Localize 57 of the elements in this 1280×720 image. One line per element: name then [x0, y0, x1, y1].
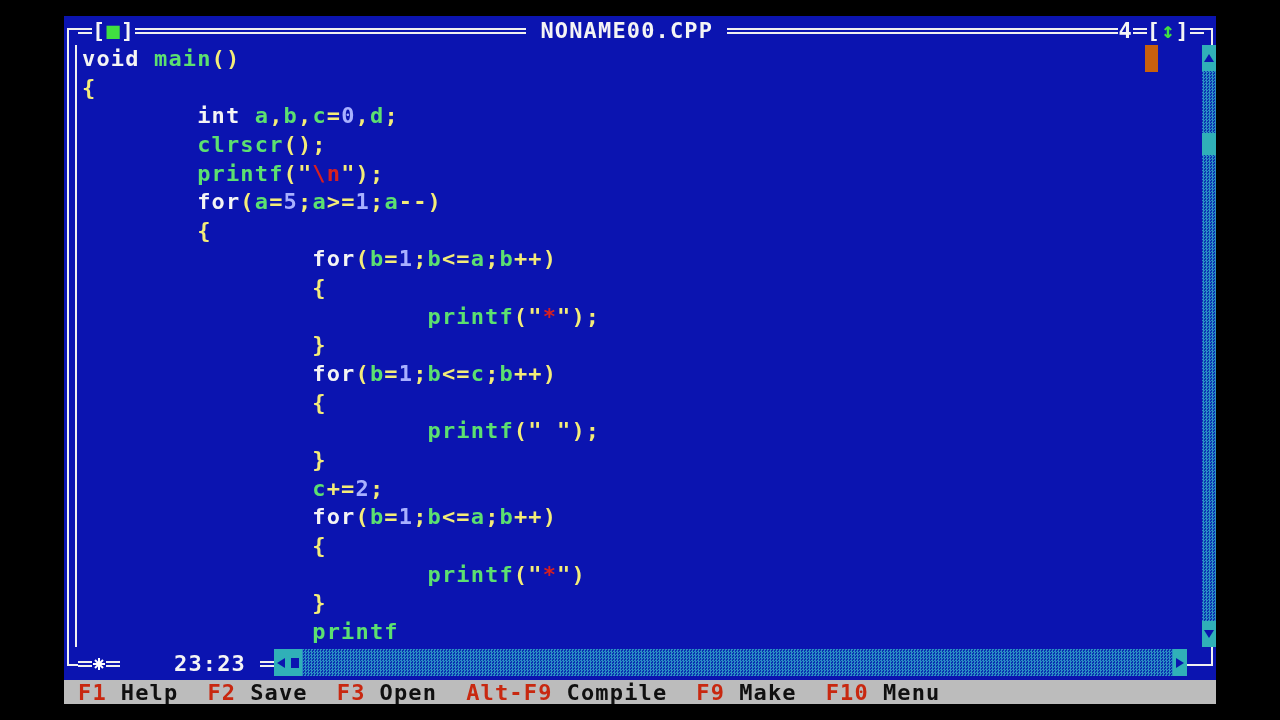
shortcut-key: F9: [696, 680, 726, 704]
frame-line: [106, 660, 120, 667]
code-line: void main(): [82, 45, 241, 73]
code-line: }: [311, 445, 327, 474]
code-line: {: [82, 73, 97, 102]
menu-command[interactable]: Save: [250, 680, 308, 704]
window-number: 4: [1118, 17, 1133, 44]
frame-corner: [1187, 647, 1213, 666]
code-line: for(a=5;a>=1;a--): [196, 188, 442, 217]
menu-command[interactable]: Compile: [566, 680, 668, 704]
window-title: NONAME00.CPP: [539, 17, 715, 44]
zoom-button[interactable]: [↕]: [1146, 17, 1190, 44]
scroll-thumb[interactable]: [1202, 133, 1216, 155]
frame-line: [78, 27, 92, 34]
code-line: clrscr();: [196, 130, 327, 159]
scroll-down-button[interactable]: [1202, 621, 1216, 647]
code-line: printf(" ");: [426, 417, 601, 446]
frame-corner: [67, 647, 78, 666]
frame-corner: [67, 28, 78, 45]
frame-line: [78, 660, 92, 667]
scroll-up-button[interactable]: [1202, 45, 1216, 71]
thumb-square-icon: [291, 657, 299, 668]
code-line: int a,b,c=0,d;: [196, 102, 399, 131]
scroll-right-button[interactable]: [1173, 649, 1187, 676]
cursor-position: 23:23: [173, 649, 247, 678]
menu-command[interactable]: Make: [739, 680, 797, 704]
code-line: printf("*");: [426, 302, 601, 331]
down-arrow-icon: [1204, 629, 1214, 639]
frame-line: [1132, 27, 1147, 34]
code-line: }: [311, 331, 327, 360]
code-line: {: [311, 531, 327, 560]
up-arrow-icon: [1204, 53, 1214, 63]
code-line: }: [311, 589, 327, 618]
code-line: printf: [311, 617, 399, 646]
shortcut-key: Alt-F9: [466, 680, 553, 704]
code-line: c+=2;: [311, 474, 385, 503]
left-arrow-icon: [276, 656, 286, 669]
code-line: printf("\n");: [196, 159, 385, 188]
code-line: {: [196, 216, 212, 245]
close-button[interactable]: [■]: [92, 17, 136, 44]
menu-command[interactable]: Help: [120, 680, 179, 704]
scroll-left-button[interactable]: [274, 649, 288, 676]
code-line: printf("*"): [426, 560, 586, 589]
text-cursor: [1145, 45, 1158, 72]
code-line: for(b=1;b<=a;b++): [311, 245, 558, 274]
shortcut-key: F3: [336, 680, 366, 704]
shortcut-key: F2: [207, 680, 237, 704]
menu-command[interactable]: Open: [379, 680, 438, 704]
code-line: for(b=1;b<=a;b++): [311, 503, 558, 532]
code-line: {: [311, 274, 327, 303]
menu-command[interactable]: Menu: [882, 680, 941, 704]
code-line: for(b=1;b<=c;b++): [311, 360, 558, 389]
frame-line: [1190, 27, 1204, 34]
shortcut-key: F1: [78, 680, 107, 704]
shortcut-key: F10: [825, 680, 869, 704]
right-arrow-icon: [1175, 656, 1185, 669]
code-line: {: [311, 388, 327, 417]
